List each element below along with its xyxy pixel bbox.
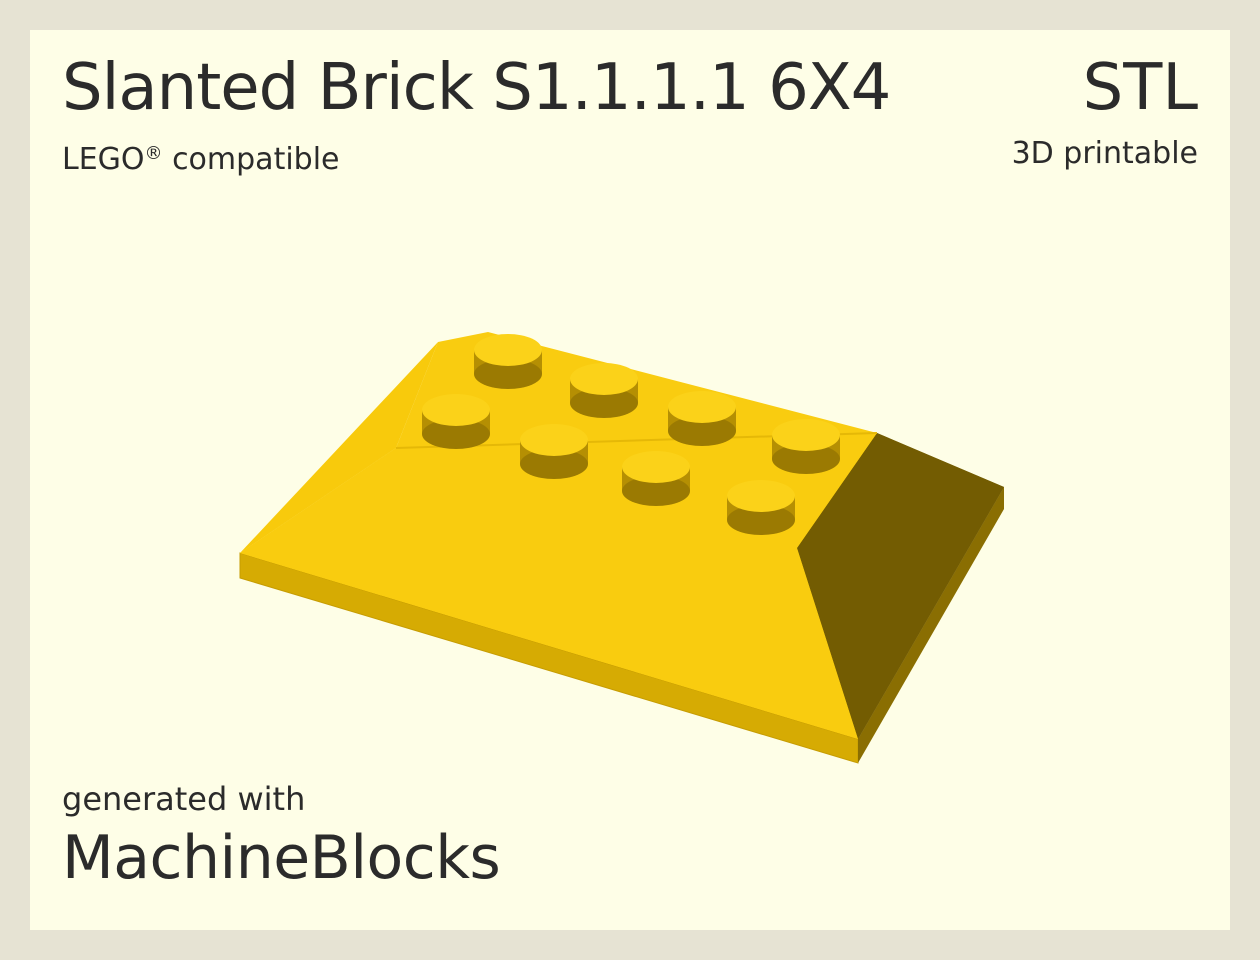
registered-mark: ® bbox=[144, 143, 163, 164]
generated-with-label: generated with bbox=[62, 780, 306, 818]
compatibility-brand: LEGO bbox=[62, 142, 145, 177]
printable-label: 3D printable bbox=[1011, 136, 1198, 171]
file-format-label: STL bbox=[1082, 51, 1198, 125]
preview-card: Slanted Brick S1.1.1.1 6X4 STL LEGO® com… bbox=[30, 30, 1230, 930]
part-title: Slanted Brick S1.1.1.1 6X4 bbox=[62, 51, 891, 125]
brand-name: MachineBlocks bbox=[62, 823, 501, 893]
compatibility-suffix: compatible bbox=[162, 142, 340, 177]
compatibility-label: LEGO® compatible bbox=[62, 134, 340, 180]
